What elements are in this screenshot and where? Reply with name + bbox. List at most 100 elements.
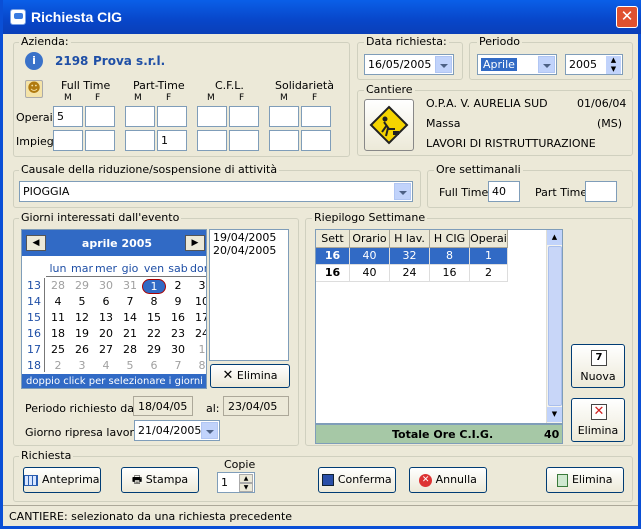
next-month-button[interactable]: ▶ [185,235,205,251]
periodo-year-spinner[interactable]: 2005 ▲ ▼ [565,54,623,75]
periodo-month-select[interactable]: Aprile [477,54,557,75]
impieg-fulltime-f[interactable] [85,130,115,151]
operai-parttime-m[interactable] [125,106,155,127]
calendar-day[interactable]: 8 [142,295,166,308]
stampa-button[interactable]: 🖶 Stampa [121,467,199,493]
close-button[interactable]: ✕ [616,6,638,28]
causale-select[interactable]: PIOGGIA [19,181,413,202]
calendar-day[interactable]: 7 [118,295,142,308]
calendar-day[interactable]: 16 [166,311,190,324]
impieg-fulltime-m[interactable] [53,130,83,151]
calendar-day[interactable]: 25 [46,343,70,356]
calendar-day[interactable]: 29 [142,343,166,356]
calendar-day[interactable]: 30 [166,343,190,356]
calendar-day[interactable]: 14 [118,311,142,324]
calendar-day[interactable]: 23 [166,327,190,340]
table-row[interactable]: 16 40 24 16 2 [316,265,508,282]
conferma-button[interactable]: Conferma [318,467,396,493]
calendar-day[interactable]: 29 [70,279,94,292]
calendar-day[interactable]: 1 [142,279,166,294]
ripresa-select[interactable]: 21/04/2005 [134,420,220,441]
calendar-day[interactable]: 28 [118,343,142,356]
calendar-day[interactable]: 18 [46,327,70,340]
ore-part-input[interactable] [585,181,617,202]
column-header[interactable]: H lav. [390,230,430,248]
calendar[interactable]: ◀ aprile 2005 ▶ lunmarmergiovensabdom 13… [21,229,207,389]
impieg-parttime-m[interactable] [125,130,155,151]
calendar-day[interactable]: 27 [94,343,118,356]
calendar-day[interactable]: 30 [94,279,118,292]
ore-full-input[interactable]: 40 [488,181,520,202]
elimina-request-button[interactable]: Elimina [546,467,624,493]
calendar-day[interactable]: 6 [142,359,166,372]
impieg-solid-m[interactable] [269,130,299,151]
calendar-day[interactable]: 5 [118,359,142,372]
chevron-down-icon[interactable] [201,422,218,439]
chevron-down-icon[interactable] [394,183,411,200]
cantiere-button[interactable] [364,99,414,151]
calendar-day[interactable]: 22 [142,327,166,340]
scroll-down-icon[interactable]: ▼ [547,407,562,422]
scroll-up-icon[interactable]: ▲ [547,230,562,245]
calendar-day[interactable]: 13 [94,311,118,324]
calendar-day[interactable]: 2 [166,279,190,292]
impieg-parttime-f[interactable]: 1 [157,130,187,151]
calendar-day[interactable]: 2 [46,359,70,372]
chevron-down-icon[interactable] [435,56,452,73]
operai-cfl-f[interactable] [229,106,259,127]
copie-spinner[interactable]: 1 ▲ ▼ [217,472,255,493]
scroll-thumb[interactable] [548,246,562,406]
operai-fulltime-f[interactable] [85,106,115,127]
operai-parttime-f[interactable] [157,106,187,127]
calendar-day[interactable]: 4 [94,359,118,372]
anteprima-button[interactable]: Anteprima [23,467,101,493]
column-header[interactable]: H CIG [430,230,470,248]
elimina-day-button[interactable]: ✕ Elimina [210,364,290,388]
calendar-day[interactable]: 28 [46,279,70,292]
calendar-day[interactable]: 11 [46,311,70,324]
calendar-day[interactable]: 6 [94,295,118,308]
column-header[interactable]: Sett [316,230,350,248]
calendar-day[interactable]: 12 [70,311,94,324]
calendar-day[interactable]: 4 [46,295,70,308]
spin-up-icon[interactable]: ▲ [606,56,621,65]
vertical-scrollbar[interactable]: ▲ ▼ [546,230,562,423]
impieg-cfl-f[interactable] [229,130,259,151]
calendar-day[interactable]: 7 [166,359,190,372]
calendar-day[interactable]: 3 [190,279,206,292]
column-header[interactable]: Operai [470,230,508,248]
list-item[interactable]: 20/04/2005 [213,244,285,257]
spin-down-icon[interactable]: ▼ [239,483,253,492]
prev-month-button[interactable]: ◀ [26,235,46,251]
operai-fulltime-m[interactable]: 5 [53,106,83,127]
calendar-day[interactable]: 3 [70,359,94,372]
calendar-day[interactable]: 19 [70,327,94,340]
column-header[interactable]: Orario [350,230,390,248]
calendar-day[interactable]: 5 [70,295,94,308]
calendar-day[interactable]: 24 [190,327,206,340]
nuova-button[interactable]: 7 Nuova [571,344,625,388]
spin-up-icon[interactable]: ▲ [239,474,253,483]
calendar-day[interactable]: 8 [190,359,206,372]
calendar-day[interactable]: 10 [190,295,206,308]
calendar-day[interactable]: 21 [118,327,142,340]
calendar-day[interactable]: 9 [166,295,190,308]
data-richiesta-select[interactable]: 16/05/2005 [364,54,454,75]
info-icon[interactable]: i [25,52,43,70]
chevron-down-icon[interactable] [538,56,555,73]
calendar-day[interactable]: 31 [118,279,142,292]
impieg-cfl-m[interactable] [197,130,227,151]
calendar-day[interactable]: 17 [190,311,206,324]
calendar-day[interactable]: 20 [94,327,118,340]
selected-days-list[interactable]: 19/04/2005 20/04/2005 [209,229,289,361]
annulla-button[interactable]: ✕ Annulla [409,467,487,493]
calendar-day[interactable]: 26 [70,343,94,356]
operai-solid-f[interactable] [301,106,331,127]
impieg-solid-f[interactable] [301,130,331,151]
operai-solid-m[interactable] [269,106,299,127]
list-item[interactable]: 19/04/2005 [213,231,285,244]
calendar-day[interactable]: 15 [142,311,166,324]
spin-down-icon[interactable]: ▼ [606,65,621,74]
people-icon[interactable]: ☻ [25,80,43,98]
elimina-week-button[interactable]: ✕ Elimina [571,398,625,442]
